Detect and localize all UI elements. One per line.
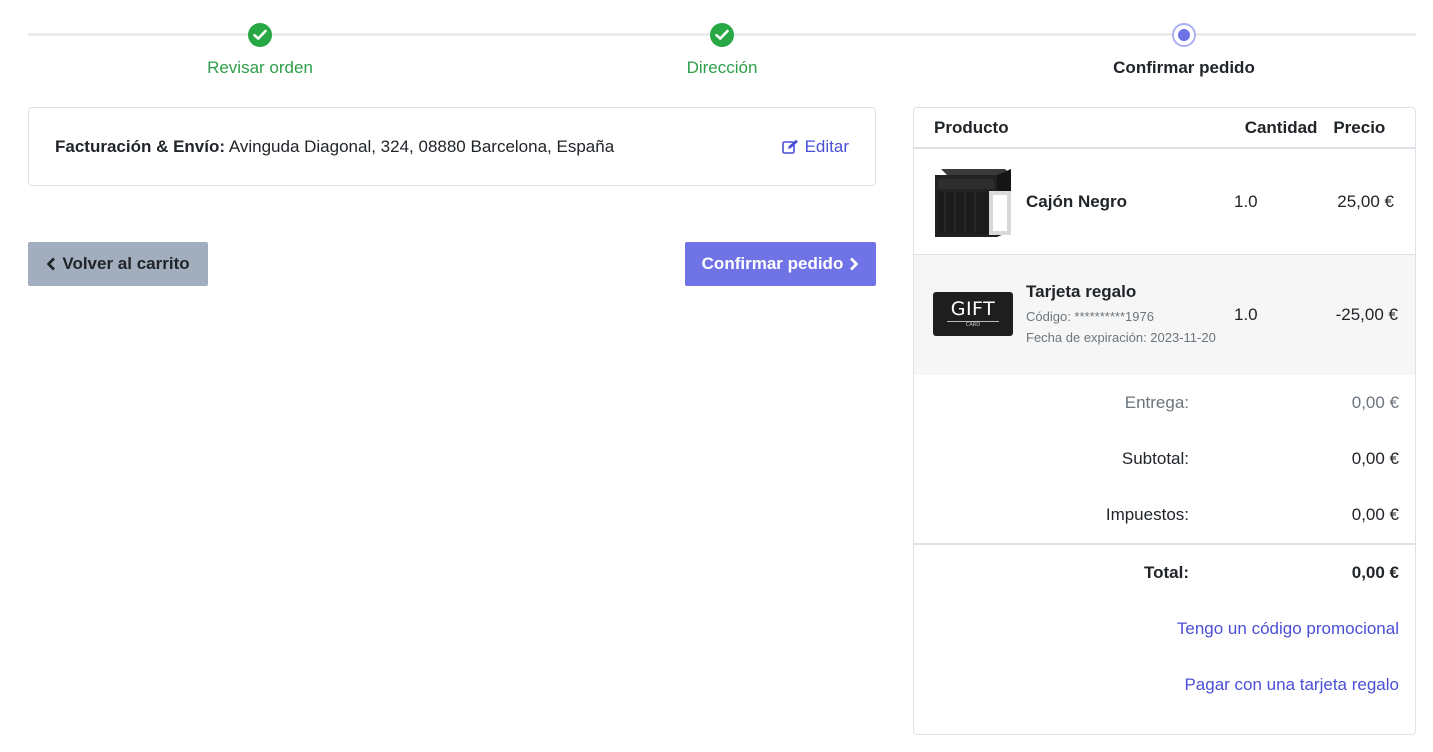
step-label: Dirección: [686, 58, 758, 77]
current-step-icon: [1172, 23, 1196, 47]
tax-label: Impuestos:: [1105, 505, 1189, 524]
total-row: Total: 0,00 €: [914, 543, 1415, 601]
subtotal-row: Subtotal: 0,00 €: [914, 431, 1415, 487]
gift-card-expiry: Fecha de expiración: 2023-11-20: [1026, 330, 1216, 345]
back-to-cart-button[interactable]: Volver al carrito: [28, 242, 208, 286]
delivery-value: 0,00 €: [1351, 393, 1399, 412]
step-label: Revisar orden: [207, 58, 313, 77]
step-review-order: Revisar orden: [110, 23, 410, 78]
header-price: Precio: [1333, 117, 1386, 137]
product-price: -25,00 €: [1335, 305, 1398, 324]
product-info: Cajón Negro: [1026, 192, 1234, 212]
table-row: GIFT CARD Tarjeta regalo Código: *******…: [914, 255, 1415, 375]
step-address: Dirección: [572, 23, 872, 78]
tax-value: 0,00 €: [1351, 505, 1399, 524]
check-icon: [248, 23, 272, 47]
chevron-right-icon: [850, 257, 859, 271]
product-info: Tarjeta regalo Código: **********1976 Fe…: [1026, 282, 1234, 348]
edit-label: Editar: [804, 136, 849, 156]
table-row: Cajón Negro 1.0 25,00 €: [914, 149, 1415, 255]
product-name: Tarjeta regalo: [1026, 282, 1137, 301]
header-quantity: Cantidad: [1244, 117, 1318, 137]
step-confirm-order: Confirmar pedido: [1034, 23, 1334, 78]
totals: Entrega: 0,00 € Subtotal: 0,00 € Impuest…: [914, 375, 1415, 713]
pay-with-gift-card-link[interactable]: Pagar con una tarjeta regalo: [914, 657, 1415, 713]
total-label: Total:: [1143, 563, 1189, 582]
subtotal-label: Subtotal:: [1121, 449, 1189, 468]
address-text: Facturación & Envío: Avinguda Diagonal, …: [55, 137, 614, 157]
header-product: Producto: [934, 117, 1009, 137]
edit-address-link[interactable]: Editar: [781, 136, 849, 157]
summary-header: Producto Cantidad Precio: [914, 108, 1415, 149]
edit-icon: [781, 139, 798, 154]
total-value: 0,00 €: [1351, 563, 1399, 582]
product-price: 25,00 €: [1337, 191, 1394, 211]
gift-card-code: Código: **********1976: [1026, 309, 1154, 324]
order-summary: Producto Cantidad Precio Cajón Negro 1.0: [913, 107, 1416, 735]
gift-card-image-subtext: CARD: [947, 321, 999, 328]
check-icon: [710, 23, 734, 47]
back-label: Volver al carrito: [62, 254, 190, 273]
product-quantity: 1.0: [1234, 191, 1258, 211]
chevron-left-icon: [47, 257, 56, 271]
delivery-label: Entrega:: [1124, 393, 1189, 412]
product-quantity: 1.0: [1234, 305, 1258, 324]
product-name[interactable]: Cajón Negro: [1026, 192, 1234, 212]
drawer-cabinet-image: [933, 165, 1013, 239]
address-value: Avinguda Diagonal, 324, 08880 Barcelona,…: [228, 136, 615, 156]
billing-shipping-card: Facturación & Envío: Avinguda Diagonal, …: [28, 107, 876, 186]
confirm-order-button[interactable]: Confirmar pedido: [685, 242, 876, 286]
gift-card-image-text: GIFT: [950, 298, 996, 320]
promo-code-link[interactable]: Tengo un código promocional: [914, 601, 1415, 657]
tax-row: Impuestos: 0,00 €: [914, 487, 1415, 543]
gift-card-image: GIFT CARD: [933, 278, 1013, 352]
confirm-label: Confirmar pedido: [701, 254, 844, 273]
step-label: Confirmar pedido: [1113, 58, 1255, 77]
checkout-progress: Revisar orden Dirección Confirmar pedido: [28, 20, 1416, 90]
subtotal-value: 0,00 €: [1351, 449, 1399, 468]
address-label: Facturación & Envío:: [55, 136, 226, 156]
delivery-row: Entrega: 0,00 €: [914, 375, 1415, 431]
